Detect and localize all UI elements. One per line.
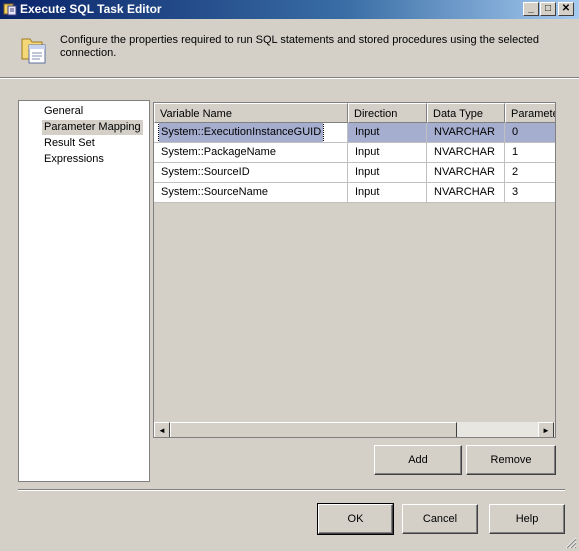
cell-parameter-name[interactable]: 1: [505, 143, 555, 163]
cancel-button[interactable]: Cancel: [402, 504, 478, 534]
cell-variable-name[interactable]: System::SourceID: [154, 163, 348, 183]
column-header-direction[interactable]: Direction: [348, 103, 427, 123]
column-header-variable-name[interactable]: Variable Name: [154, 103, 348, 123]
parameter-mapping-grid[interactable]: Variable Name Direction Data Type Parame…: [153, 102, 556, 438]
window-title: Execute SQL Task Editor: [20, 2, 162, 16]
cell-direction[interactable]: Input: [348, 183, 427, 203]
nav-item-expressions[interactable]: Expressions: [42, 152, 106, 167]
folder-document-icon: [21, 38, 46, 64]
cell-variable-name-text: System::PackageName: [161, 146, 276, 158]
cell-parameter-name[interactable]: 3: [505, 183, 555, 203]
horizontal-scrollbar[interactable]: ◄ ►: [154, 421, 555, 437]
cell-variable-name[interactable]: System::ExecutionInstanceGUID: [154, 123, 348, 143]
column-header-data-type[interactable]: Data Type: [427, 103, 505, 123]
page-nav-list[interactable]: General Parameter Mapping Result Set Exp…: [18, 100, 150, 482]
cell-direction[interactable]: Input: [348, 163, 427, 183]
header-description: Configure the properties required to run…: [60, 34, 539, 59]
scroll-right-icon[interactable]: ►: [538, 422, 554, 437]
ok-button[interactable]: OK: [317, 503, 394, 535]
nav-item-general[interactable]: General: [42, 104, 85, 119]
cell-direction[interactable]: Input: [348, 143, 427, 163]
nav-item-parameter-mapping[interactable]: Parameter Mapping: [42, 120, 143, 135]
cell-parameter-name[interactable]: 0: [505, 123, 555, 143]
header-panel: Configure the properties required to run…: [0, 19, 579, 77]
column-header-parameter-name[interactable]: Paramete: [505, 103, 555, 123]
cell-data-type[interactable]: NVARCHAR: [427, 183, 505, 203]
cell-parameter-name[interactable]: 2: [505, 163, 555, 183]
cell-variable-name[interactable]: System::PackageName: [154, 143, 348, 163]
cell-variable-name-text: System::SourceName: [161, 186, 268, 198]
footer-divider: [18, 489, 565, 491]
resize-grip-icon[interactable]: [565, 537, 577, 549]
header-divider: [0, 77, 579, 79]
cell-variable-name[interactable]: System::SourceName: [154, 183, 348, 203]
cell-variable-name-text: System::SourceID: [161, 166, 250, 178]
minimize-button[interactable]: _: [523, 2, 539, 16]
cell-data-type[interactable]: NVARCHAR: [427, 123, 505, 143]
cell-variable-name-text: System::ExecutionInstanceGUID: [157, 123, 325, 142]
cell-data-type[interactable]: NVARCHAR: [427, 163, 505, 183]
close-button[interactable]: ✕: [558, 2, 574, 16]
grid-empty-area: [154, 205, 555, 421]
maximize-button[interactable]: □: [540, 2, 556, 16]
title-bar[interactable]: Execute SQL Task Editor _ □ ✕: [0, 0, 579, 19]
remove-button[interactable]: Remove: [466, 445, 556, 475]
cell-direction[interactable]: Input: [348, 123, 427, 143]
scroll-left-icon[interactable]: ◄: [154, 422, 170, 437]
nav-item-result-set[interactable]: Result Set: [42, 136, 97, 151]
add-button[interactable]: Add: [374, 445, 462, 475]
cell-data-type[interactable]: NVARCHAR: [427, 143, 505, 163]
scrollbar-thumb[interactable]: [170, 422, 457, 437]
ssis-task-icon: [3, 3, 17, 16]
help-button[interactable]: Help: [489, 504, 565, 534]
